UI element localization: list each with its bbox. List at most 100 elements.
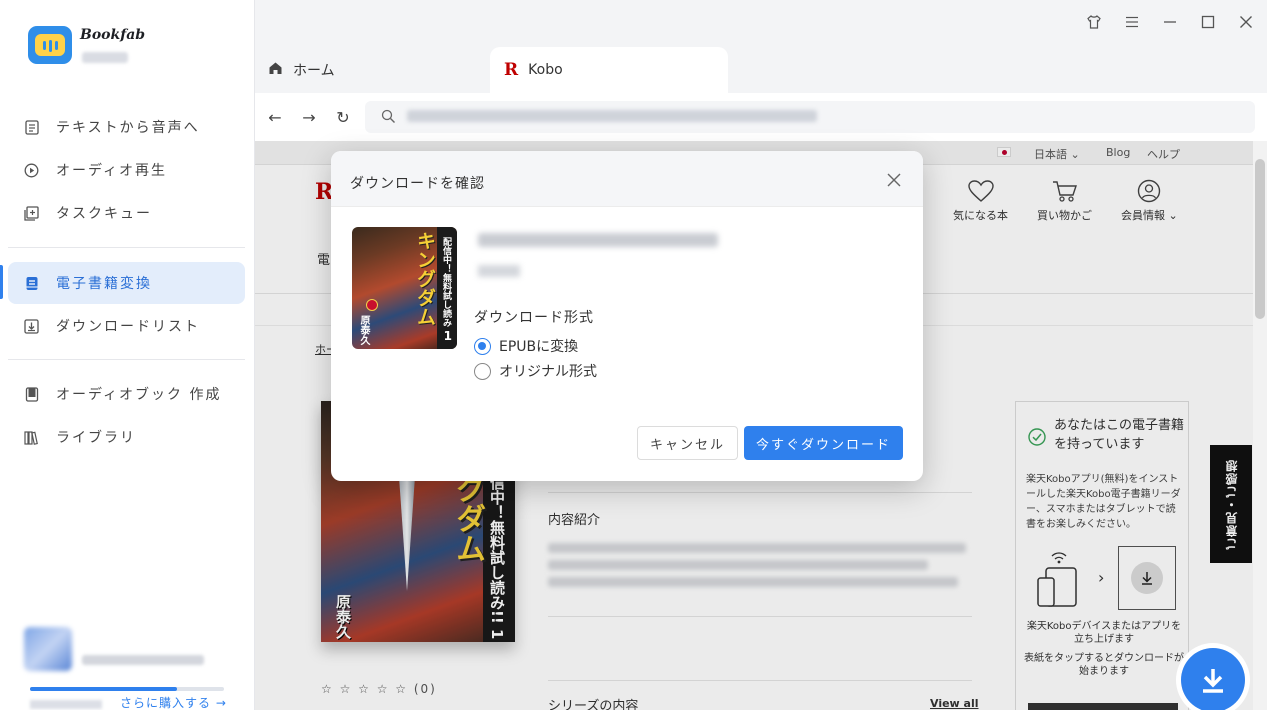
menu-icon[interactable] xyxy=(1122,12,1142,32)
cover-emblem xyxy=(366,299,378,311)
format-option-epub[interactable]: EPUBに変換 xyxy=(474,336,578,356)
format-option-original[interactable]: オリジナル形式 xyxy=(474,361,597,381)
sidebar-item-library[interactable]: ライブラリ xyxy=(8,416,245,458)
app-logo-icon xyxy=(28,26,72,64)
user-icon xyxy=(1138,179,1161,203)
scrollbar-thumb[interactable] xyxy=(1255,159,1265,319)
description-text-redacted xyxy=(548,560,928,570)
category-nav-fragment[interactable]: 電 xyxy=(317,249,330,268)
description-heading: 内容紹介 xyxy=(548,513,601,528)
heart-icon xyxy=(967,180,994,202)
ownership-description: 楽天Koboアプリ(無料)をインストールした楽天Kobo電子書籍リーダー、スマホ… xyxy=(1026,474,1181,530)
home-icon xyxy=(268,61,283,79)
devices-wifi-icon xyxy=(1036,548,1080,612)
ownership-step-2: 表紙をタップするとダウンロードが始まります xyxy=(1024,653,1184,677)
ownership-step-1: 楽天Koboデバイスまたはアプリを立ち上げます xyxy=(1026,621,1182,645)
read-now-button[interactable] xyxy=(1028,703,1178,710)
radio-selected-icon[interactable] xyxy=(474,337,491,355)
tab-label: Kobo xyxy=(528,62,563,78)
buy-more-link[interactable]: さらに購入する → xyxy=(120,694,227,710)
minimize-icon[interactable] xyxy=(1160,12,1180,32)
add-task-icon xyxy=(24,205,39,221)
account-label: 会員情報 ⌄ xyxy=(1121,209,1178,222)
sidebar-item-label: ライブラリ xyxy=(56,430,136,446)
sidebar-item-task-queue[interactable]: タスクキュー xyxy=(8,192,245,234)
close-icon[interactable] xyxy=(1236,12,1256,32)
section-divider xyxy=(548,492,972,493)
theme-shirt-icon[interactable] xyxy=(1084,12,1104,32)
back-arrow-icon[interactable]: ← xyxy=(265,107,285,127)
sidebar-item-label: 電子書籍変換 xyxy=(56,276,152,292)
address-bar[interactable] xyxy=(365,101,1255,133)
ownership-panel: あなたはこの電子書籍を持っています 楽天Koboアプリ(無料)をインストールした… xyxy=(1015,401,1189,710)
document-icon xyxy=(24,119,39,135)
cover-side-text: 配信中！無料試し読み xyxy=(441,237,451,327)
download-device-icon xyxy=(1118,546,1176,610)
book-title-redacted xyxy=(478,233,718,247)
section-divider xyxy=(548,680,972,681)
sidebar-divider xyxy=(8,247,245,248)
sidebar-item-text-to-speech[interactable]: テキストから音声へ xyxy=(8,106,245,148)
user-info-redacted xyxy=(30,700,102,709)
sidebar-item-label: オーディオブック 作成 xyxy=(56,387,222,403)
library-icon xyxy=(24,430,39,445)
cart-button[interactable]: 買い物かご xyxy=(1037,179,1092,223)
japan-flag-icon xyxy=(997,147,1011,157)
search-icon xyxy=(381,109,396,128)
cover-author: 原泰久 xyxy=(334,594,352,639)
floating-download-button[interactable] xyxy=(1181,648,1245,710)
dialog-title: ダウンロードを確認 xyxy=(350,176,485,192)
format-label: ダウンロード形式 xyxy=(474,310,594,326)
cover-title: キングダム xyxy=(414,231,436,326)
sidebar-item-ebook-convert[interactable]: 電子書籍変換 xyxy=(8,262,245,304)
close-icon[interactable] xyxy=(885,171,903,189)
view-all-link[interactable]: View all xyxy=(930,697,979,710)
forward-arrow-icon[interactable]: → xyxy=(299,107,319,127)
feedback-tab[interactable]: ご意見・ご感想 xyxy=(1210,445,1252,563)
star-rating[interactable]: ☆ ☆ ☆ ☆ ☆ (0) xyxy=(321,682,437,696)
cart-label: 買い物かご xyxy=(1037,209,1092,222)
page-scrollbar[interactable] xyxy=(1253,141,1267,710)
app-brand-subtitle-redacted xyxy=(82,52,128,63)
download-confirm-dialog: ダウンロードを確認 キングダム 配信中！無料試し読み 原泰久 1 ダウンロード形… xyxy=(331,151,923,481)
sidebar-item-download-list[interactable]: ダウンロードリスト xyxy=(8,305,245,347)
tab-kobo[interactable]: R Kobo xyxy=(490,47,728,93)
feedback-label: ご意見・ご感想 xyxy=(1224,458,1239,550)
user-name-redacted xyxy=(82,655,204,665)
cover-title: グダム xyxy=(450,473,485,563)
section-divider xyxy=(548,616,972,617)
cart-icon xyxy=(1052,181,1077,202)
active-indicator xyxy=(0,265,3,299)
sidebar: Bookfab テキストから音声へ オーディオ再生 タスクキュー 電子書籍変換 … xyxy=(0,0,255,710)
chevron-right-icon: › xyxy=(1098,568,1105,587)
wishlist-button[interactable]: 気になる本 xyxy=(953,179,1008,223)
language-select[interactable]: 日本語 ⌄ xyxy=(1034,146,1080,162)
description-text-redacted xyxy=(548,577,958,587)
sidebar-item-label: テキストから音声へ xyxy=(56,120,200,136)
account-button[interactable]: 会員情報 ⌄ xyxy=(1121,179,1178,223)
sidebar-item-label: タスクキュー xyxy=(56,206,152,222)
tab-home[interactable]: ホーム xyxy=(268,47,488,93)
wishlist-label: 気になる本 xyxy=(953,209,1008,222)
series-heading: シリーズの内容 xyxy=(548,699,639,710)
description-text-redacted xyxy=(548,543,966,553)
app-brand-name: Bookfab xyxy=(80,27,146,43)
sidebar-item-label: ダウンロードリスト xyxy=(56,319,200,335)
download-list-icon xyxy=(24,318,39,334)
book-author-redacted xyxy=(478,265,520,277)
sidebar-item-audiobook-create[interactable]: オーディオブック 作成 xyxy=(8,373,245,415)
kobo-r-icon: R xyxy=(504,60,519,80)
cover-volume: 1 xyxy=(443,329,452,343)
download-now-button[interactable]: 今すぐダウンロード xyxy=(744,426,903,460)
blog-link[interactable]: Blog xyxy=(1106,146,1130,159)
format-option-label: EPUBに変換 xyxy=(499,339,579,355)
radio-unselected-icon[interactable] xyxy=(474,362,491,380)
tab-label: ホーム xyxy=(293,63,335,79)
cancel-button[interactable]: キャンセル xyxy=(637,426,738,460)
maximize-icon[interactable] xyxy=(1198,12,1218,32)
sidebar-item-audio-playback[interactable]: オーディオ再生 xyxy=(8,149,245,191)
reload-icon[interactable]: ↻ xyxy=(333,107,353,127)
avatar[interactable] xyxy=(24,627,72,671)
help-link[interactable]: ヘルプ xyxy=(1147,146,1180,162)
audiobook-icon xyxy=(24,386,39,402)
